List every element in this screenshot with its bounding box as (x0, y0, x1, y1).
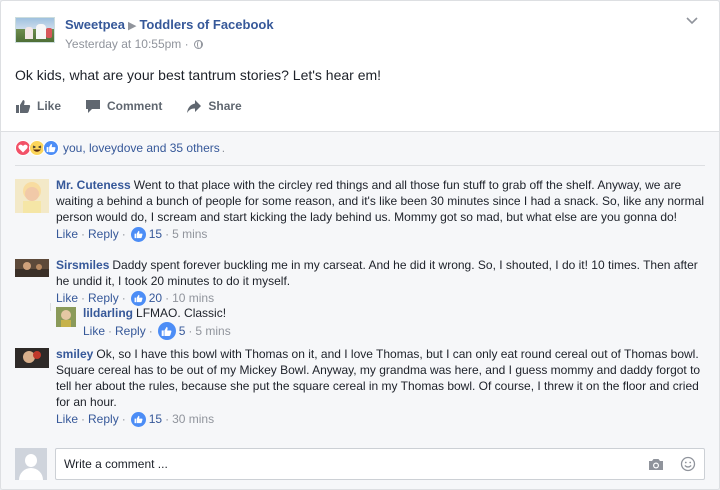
post-card: Sweetpea ▶ Toddlers of Facebook Yesterday … (0, 0, 720, 490)
comment-time[interactable]: 10 mins (172, 290, 214, 306)
comment-body: Mr. Cuteness Went to that place with the … (56, 177, 705, 242)
group-name-link[interactable]: Toddlers of Facebook (139, 17, 273, 32)
comment-reply-link[interactable]: Reply (88, 226, 119, 242)
comment-button[interactable]: Comment (85, 97, 162, 115)
comment-time[interactable]: 5 mins (172, 226, 207, 242)
reactions-divider (15, 165, 705, 166)
like-label: Like (37, 99, 62, 113)
comment-body: smiley Ok, so I have this bowl with Thoma… (56, 346, 705, 427)
reactions-dot: . (221, 141, 226, 155)
like-badge-icon (130, 226, 146, 242)
like-badge-icon (130, 290, 146, 306)
post-actions: Like Comment Share (15, 97, 266, 115)
comment-input-placeholder: Write a comment ... (64, 457, 168, 471)
comment-footer: Like · Reply · 15 · 30 mins (56, 411, 215, 427)
reactions-summary[interactable]: you, loveydove and 35 others . (15, 139, 225, 157)
comment-reply-link[interactable]: Reply (88, 290, 119, 306)
post-timestamp[interactable]: Yesterday at 10:55pm (65, 37, 181, 51)
share-button[interactable]: Share (186, 97, 242, 115)
like-badge-icon (157, 322, 176, 340)
comment-input[interactable]: Write a comment ... (55, 448, 705, 480)
reply-author[interactable]: lildarling (83, 306, 133, 320)
reply-text: LFMAO. Classic! (136, 306, 227, 320)
replier-avatar[interactable] (56, 307, 76, 327)
thumbs-up-icon (16, 99, 31, 113)
like-icon (43, 140, 59, 156)
post-author-line: Sweetpea ▶ Toddlers of Facebook (65, 17, 274, 32)
camera-icon[interactable] (648, 457, 664, 471)
comment-author[interactable]: Sirsmiles (56, 258, 109, 272)
commenter-avatar[interactable] (15, 179, 49, 213)
comment-like-count[interactable]: 15 (149, 226, 162, 242)
comment-reply-link[interactable]: Reply (88, 411, 119, 427)
post-header: Sweetpea ▶ Toddlers of Facebook Yesterday … (15, 13, 705, 55)
author-name-link[interactable]: Sweetpea (65, 17, 125, 32)
commenter-avatar[interactable] (15, 259, 49, 277)
comment-like-count[interactable]: 15 (149, 411, 162, 427)
comment-like-link[interactable]: Like (56, 226, 78, 242)
post-meta: Yesterday at 10:55pm · (65, 37, 203, 51)
comment-text: Ok, so I have this bowl with Thomas on i… (56, 347, 701, 409)
comment-text: Daddy spent forever buckling me in my ca… (56, 258, 698, 288)
comment-author[interactable]: Mr. Cuteness (56, 178, 131, 192)
commenter-avatar[interactable] (15, 348, 49, 368)
comment-like-count[interactable]: 20 (149, 290, 162, 306)
like-badge-icon (130, 411, 146, 427)
share-label: Share (208, 99, 242, 113)
reply-like-count[interactable]: 5 (179, 323, 186, 339)
emoji-icon[interactable] (680, 456, 696, 472)
arrow-right-icon: ▶ (127, 20, 137, 32)
reactions-text[interactable]: you, loveydove and 35 others (63, 141, 220, 155)
chevron-down-icon[interactable] (685, 13, 699, 27)
like-button[interactable]: Like (15, 97, 61, 115)
comment-footer: Like · Reply · 15 · 5 mins (56, 226, 208, 242)
comment-bubble-icon (86, 99, 101, 113)
comment-label: Comment (107, 99, 163, 113)
post-text: Ok kids, what are your best tantrum stor… (15, 67, 382, 83)
reply-time[interactable]: 5 mins (195, 323, 230, 339)
comment-composer: Write a comment ... (15, 448, 705, 480)
reply-footer: Like · Reply · 5 · 5 mins (83, 322, 231, 340)
share-arrow-icon (187, 99, 202, 113)
author-avatar[interactable] (15, 17, 55, 43)
comment-like-link[interactable]: Like (56, 290, 78, 306)
comment-author[interactable]: smiley (56, 347, 93, 361)
comment-body: Sirsmiles Daddy spent forever buckling me… (56, 257, 705, 306)
comment-footer: Like · Reply · 20 · 10 mins (56, 290, 215, 306)
reply-body: lildarling LFMAO. Classic! Like · Reply · 5… (83, 305, 705, 340)
comment-time[interactable]: 30 mins (172, 411, 214, 427)
comment-text: Went to that place with the circley red … (56, 178, 705, 224)
current-user-avatar (15, 448, 47, 480)
globe-icon (194, 40, 203, 49)
comment-like-link[interactable]: Like (56, 411, 78, 427)
reply-reply-link[interactable]: Reply (115, 323, 146, 339)
reply-like-link[interactable]: Like (83, 323, 105, 339)
